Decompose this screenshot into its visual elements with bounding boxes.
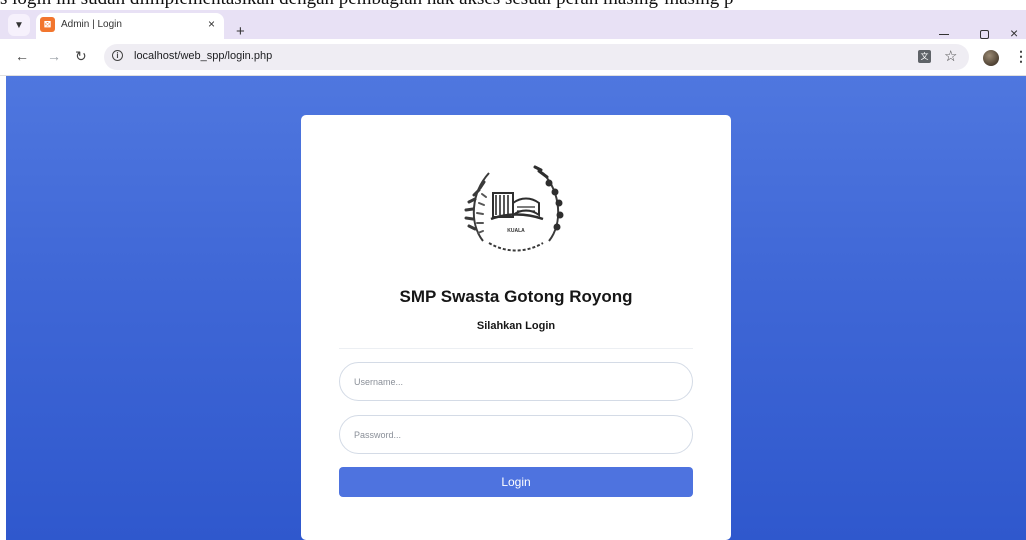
site-info-icon[interactable]: i <box>112 50 123 61</box>
back-arrow-icon[interactable]: ← <box>15 48 29 64</box>
tab-title: Admin | Login <box>61 19 122 30</box>
chevron-down-icon: ▼ <box>14 19 24 31</box>
window-close-button[interactable]: × <box>1010 26 1018 40</box>
school-name-heading: SMP Swasta Gotong Royong <box>399 287 633 306</box>
document-caption-text: s login ini sudah diimplementasikan deng… <box>0 0 733 10</box>
username-input[interactable] <box>339 362 693 401</box>
xampp-favicon-icon: ⊠ <box>40 17 55 32</box>
forward-arrow-icon[interactable]: → <box>47 48 61 64</box>
browser-tab-bar: ▼ ⊠ Admin | Login × + × <box>0 10 1026 40</box>
address-bar[interactable]: i localhost/web_spp/login.php 文 ☆ <box>104 44 969 70</box>
browser-tab-active[interactable]: ⊠ Admin | Login × <box>36 13 224 39</box>
school-emblem-logo: KUALA <box>464 165 564 252</box>
profile-avatar[interactable] <box>983 50 999 66</box>
bookmark-star-icon[interactable]: ☆ <box>944 47 957 65</box>
login-subtitle: Silahkan Login <box>476 320 556 332</box>
url-text[interactable]: localhost/web_spp/login.php <box>134 50 272 62</box>
more-menu-icon[interactable]: ⋮ <box>1014 47 1026 65</box>
translate-icon[interactable]: 文 <box>918 50 931 63</box>
password-input[interactable] <box>339 415 693 454</box>
document-caption: s login ini sudah diimplementasikan deng… <box>0 0 1026 10</box>
tab-search-button[interactable]: ▼ <box>8 14 30 36</box>
reload-icon[interactable]: ↻ <box>75 48 87 64</box>
divider <box>339 348 693 349</box>
page-viewport: KUALA SMP Swasta Gotong Royong Silahkan … <box>6 76 1026 540</box>
login-button[interactable]: Login <box>339 467 693 497</box>
logo-text: KUALA <box>507 228 525 234</box>
new-tab-button[interactable]: + <box>236 24 245 39</box>
browser-toolbar: ← → ↻ i localhost/web_spp/login.php 文 ☆ … <box>0 39 1026 76</box>
tab-close-icon[interactable]: × <box>208 17 215 31</box>
login-card: KUALA SMP Swasta Gotong Royong Silahkan … <box>301 115 731 540</box>
